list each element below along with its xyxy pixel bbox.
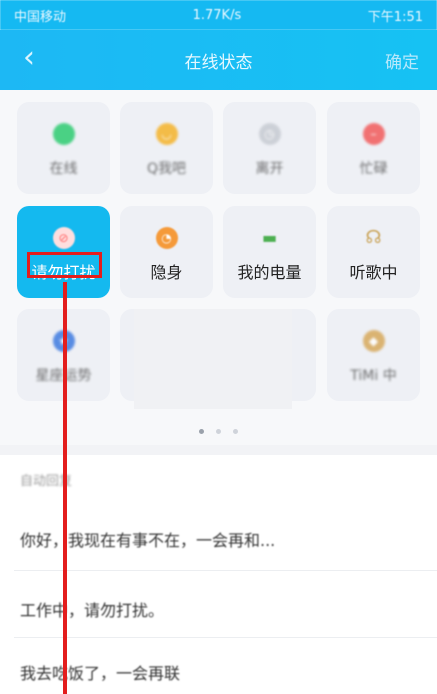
headphones-icon: ☊ <box>365 227 382 248</box>
status-label: 忙碌 <box>359 161 388 177</box>
divider <box>14 637 437 638</box>
status-tile-busy[interactable]: – 忙碌 <box>327 102 420 194</box>
minus-circle-icon: – <box>362 123 385 145</box>
status-label: 离开 <box>255 161 284 177</box>
page-dot <box>216 429 221 434</box>
auto-reply-item[interactable]: 工作中，请勿打扰。 <box>20 597 430 621</box>
overlay-card <box>134 309 292 409</box>
no-disturb-icon: ⊘ <box>52 227 75 249</box>
battery-icon: ▬ <box>261 228 278 247</box>
status-tile-invisible[interactable]: ◔ 隐身 <box>120 206 213 298</box>
status-tile-away[interactable]: ◷ 离开 <box>223 102 316 194</box>
clock: 下午1:51 <box>367 9 423 25</box>
status-tile-timi[interactable]: ◆ TiMi 中 <box>327 309 420 401</box>
status-tile-online[interactable]: 在线 <box>17 102 110 194</box>
smile-icon: ◡ <box>155 123 178 145</box>
navigation-bar: ‹ 在线状态 确定 <box>0 30 437 90</box>
invisible-icon: ◔ <box>155 227 178 249</box>
page-title: 在线状态 <box>184 53 253 73</box>
clock-icon: ◷ <box>258 123 281 145</box>
status-label: TiMi 中 <box>350 368 397 384</box>
game-icon: ◆ <box>362 330 385 352</box>
status-label: 在线 <box>49 161 78 177</box>
divider <box>14 570 437 571</box>
auto-reply-item[interactable]: 你好，我现在有事不在，一会再和... <box>20 527 430 551</box>
online-dot-icon <box>52 123 75 145</box>
status-label: 隐身 <box>150 263 183 282</box>
status-label: 听歌中 <box>349 263 398 282</box>
network-speed: 1.77K/s <box>192 7 242 23</box>
status-tile-battery[interactable]: ▬ 我的电量 <box>223 206 316 298</box>
highlight-box <box>27 252 102 278</box>
carrier-label: 中国移动 <box>14 9 67 25</box>
page-dot <box>199 429 204 434</box>
status-label: 我的电量 <box>237 263 302 282</box>
auto-reply-item[interactable]: 我去吃饭了，一会再联 <box>20 660 430 684</box>
status-tile-music[interactable]: ☊ 听歌中 <box>327 206 420 298</box>
confirm-button[interactable]: 确定 <box>385 48 419 73</box>
status-bar: 中国移动 1.77K/s 下午1:51 <box>0 0 437 30</box>
status-tile-qme[interactable]: ◡ Q我吧 <box>120 102 213 194</box>
annotation-arrow <box>63 282 67 694</box>
page-dot <box>233 429 238 434</box>
status-label: Q我吧 <box>146 161 187 177</box>
